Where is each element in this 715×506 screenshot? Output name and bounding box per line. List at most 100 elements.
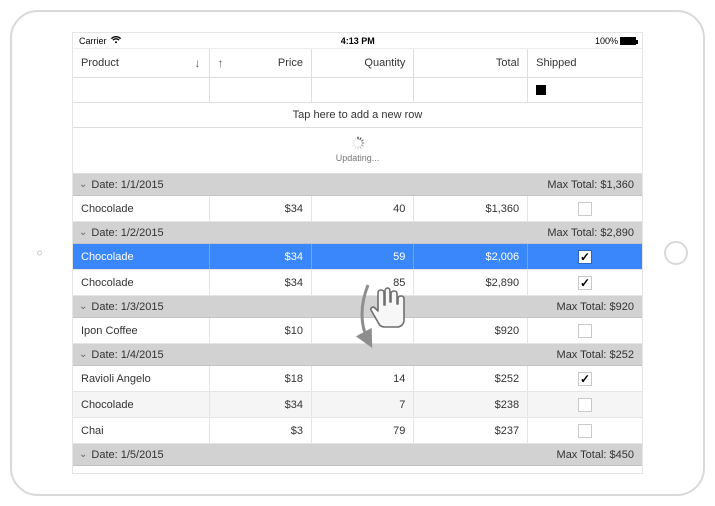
home-button[interactable]	[664, 241, 688, 265]
column-header-quantity[interactable]: Quantity	[312, 49, 414, 77]
screen: Carrier 4:13 PM 100% Product ↓ ↑ Price	[72, 32, 643, 474]
filter-cell-product[interactable]	[73, 78, 210, 102]
shipped-checkbox[interactable]	[578, 398, 592, 412]
table-row[interactable]: Chai$379$237	[73, 418, 642, 444]
group-summary: Max Total: $2,890	[547, 227, 634, 239]
table-row[interactable]: Ipon Coffee$10 $920	[73, 318, 642, 344]
cell-quantity: 59	[312, 244, 414, 269]
group-label: Date: 1/1/2015	[91, 179, 163, 191]
group-label: Date: 1/2/2015	[91, 227, 163, 239]
cell-quantity: 14	[312, 366, 414, 391]
cell-quantity	[312, 318, 414, 343]
cell-price: $34	[210, 244, 312, 269]
chevron-down-icon: ⌄	[79, 227, 87, 238]
cell-product: Ipon Coffee	[73, 318, 210, 343]
filter-cell-total[interactable]	[414, 78, 528, 102]
group-summary: Max Total: $450	[557, 449, 634, 461]
status-bar: Carrier 4:13 PM 100%	[73, 33, 642, 49]
filter-row	[73, 78, 642, 103]
group-summary: Max Total: $920	[557, 301, 634, 313]
cell-total: $2,890	[414, 270, 528, 295]
cell-total: $252	[414, 366, 528, 391]
filter-cell-price[interactable]	[210, 78, 312, 102]
column-header-label: Product	[81, 57, 119, 69]
column-header-label: Price	[278, 57, 303, 69]
cell-quantity: 85	[312, 270, 414, 295]
cell-total: $238	[414, 392, 528, 417]
cell-product: Chai	[73, 418, 210, 443]
column-header-shipped[interactable]: Shipped	[528, 49, 642, 77]
updating-panel: Updating...	[73, 128, 642, 174]
shipped-checkbox[interactable]	[578, 324, 592, 338]
sort-indicator-desc-icon: ↓	[195, 56, 201, 70]
cell-price: $10	[210, 318, 312, 343]
cell-product: Chocolade	[73, 270, 210, 295]
group-summary: Max Total: $252	[557, 349, 634, 361]
cell-shipped	[528, 318, 642, 343]
group-label: Date: 1/4/2015	[91, 349, 163, 361]
battery-label: 100%	[595, 36, 618, 46]
filter-shipped-checkbox[interactable]	[536, 85, 546, 95]
chevron-down-icon: ⌄	[79, 449, 87, 460]
cell-price: $34	[210, 392, 312, 417]
cell-shipped	[528, 244, 642, 269]
group-header[interactable]: ⌄ Date: 1/4/2015 Max Total: $252	[73, 344, 642, 366]
spinner-icon	[351, 136, 365, 150]
column-header-total[interactable]: Total	[414, 49, 528, 77]
group-summary: Max Total: $1,360	[547, 179, 634, 191]
table-row[interactable]: Chocolade$3440$1,360	[73, 196, 642, 222]
filter-cell-shipped[interactable]	[528, 78, 642, 102]
table-row[interactable]: Chocolade$347$238	[73, 392, 642, 418]
cell-price: $3	[210, 418, 312, 443]
cell-product: Chocolade	[73, 196, 210, 221]
grid-body[interactable]: ⌄ Date: 1/1/2015 Max Total: $1,360 Chocolad…	[73, 174, 642, 473]
cell-total: $2,006	[414, 244, 528, 269]
table-row[interactable]: Chocolade$3459$2,006	[73, 244, 642, 270]
table-row[interactable]: Chocolade$3485$2,890	[73, 270, 642, 296]
cell-price: $34	[210, 196, 312, 221]
cell-shipped	[528, 418, 642, 443]
group-header[interactable]: ⌄ Date: 1/2/2015 Max Total: $2,890	[73, 222, 642, 244]
updating-label: Updating...	[336, 153, 380, 163]
column-header-label: Quantity	[364, 57, 405, 69]
group-header[interactable]: ⌄ Date: 1/5/2015 Max Total: $450	[73, 444, 642, 466]
group-label: Date: 1/3/2015	[91, 301, 163, 313]
cell-quantity: 79	[312, 418, 414, 443]
sort-indicator-asc-icon: ↑	[218, 56, 224, 70]
tablet-frame: Carrier 4:13 PM 100% Product ↓ ↑ Price	[10, 10, 705, 496]
group-header[interactable]: ⌄ Date: 1/1/2015 Max Total: $1,360	[73, 174, 642, 196]
cell-product: Ravioli Angelo	[73, 366, 210, 391]
group-label: Date: 1/5/2015	[91, 449, 163, 461]
shipped-checkbox[interactable]	[578, 276, 592, 290]
cell-total: $237	[414, 418, 528, 443]
chevron-down-icon: ⌄	[79, 349, 87, 360]
cell-price: $18	[210, 366, 312, 391]
cell-shipped	[528, 366, 642, 391]
cell-quantity: 7	[312, 392, 414, 417]
cell-quantity: 40	[312, 196, 414, 221]
add-new-row[interactable]: Tap here to add a new row	[73, 103, 642, 128]
shipped-checkbox[interactable]	[578, 250, 592, 264]
chevron-down-icon: ⌄	[79, 179, 87, 190]
clock-label: 4:13 PM	[121, 36, 595, 46]
cell-shipped	[528, 270, 642, 295]
column-header-row: Product ↓ ↑ Price Quantity Total Shipped	[73, 49, 642, 78]
shipped-checkbox[interactable]	[578, 202, 592, 216]
column-header-label: Shipped	[536, 57, 576, 69]
shipped-checkbox[interactable]	[578, 424, 592, 438]
battery-icon	[620, 37, 636, 45]
group-header[interactable]: ⌄Date: 1/3/2015Max Total: $920	[73, 296, 642, 318]
column-header-price[interactable]: ↑ Price	[210, 49, 312, 77]
cell-total: $920	[414, 318, 528, 343]
filter-cell-quantity[interactable]	[312, 78, 414, 102]
cell-price: $34	[210, 270, 312, 295]
table-row[interactable]: Ravioli Angelo$1814$252	[73, 366, 642, 392]
wifi-icon	[111, 36, 121, 46]
shipped-checkbox[interactable]	[578, 372, 592, 386]
cell-total: $1,360	[414, 196, 528, 221]
cell-product: Chocolade	[73, 244, 210, 269]
carrier-label: Carrier	[79, 36, 107, 46]
camera-dot	[37, 251, 42, 256]
cell-shipped	[528, 392, 642, 417]
column-header-product[interactable]: Product ↓	[73, 49, 210, 77]
